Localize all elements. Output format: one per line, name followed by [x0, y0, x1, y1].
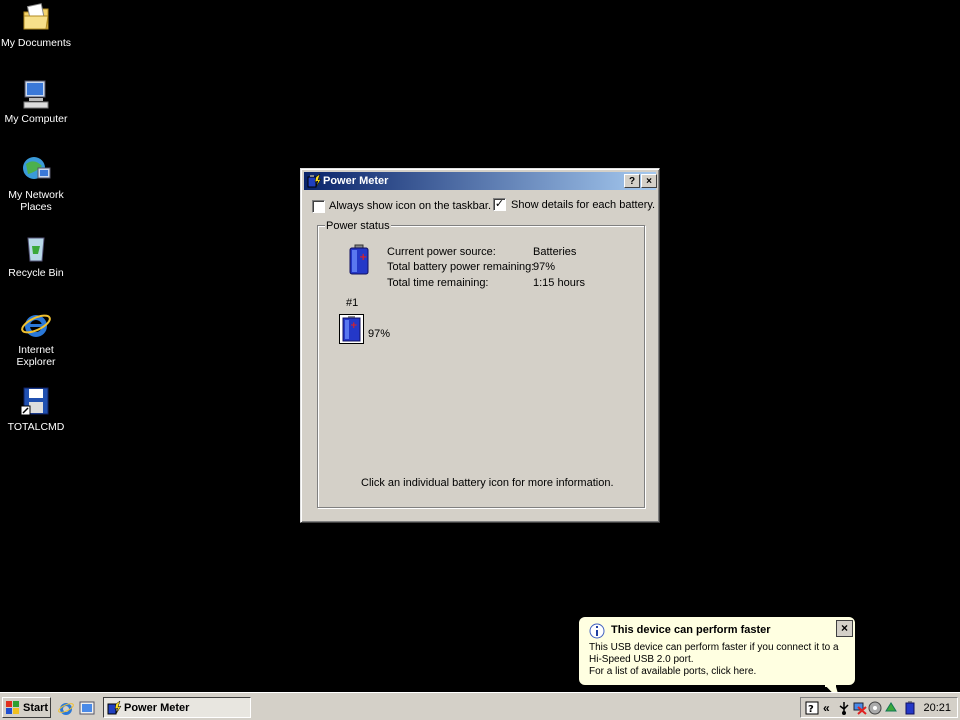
svg-text:+: + [350, 321, 358, 331]
recycle-bin-icon [20, 232, 52, 264]
show-hidden-icons-chevron[interactable]: « [823, 701, 830, 715]
remaining-label: Total battery power remaining: [387, 261, 535, 273]
desktop-icon-label: My Documents [0, 37, 72, 49]
desktop-icon-my-computer[interactable]: My Computer [0, 78, 72, 125]
show-desktop-quicklaunch-icon[interactable] [79, 700, 95, 716]
always-show-label: Always show icon on the taskbar. [329, 200, 492, 212]
always-show-checkbox[interactable] [312, 200, 325, 213]
svg-text:+: + [359, 252, 367, 263]
recycle-tray-icon[interactable] [884, 701, 898, 715]
computer-icon [20, 78, 52, 110]
balloon-line: Hi-Speed USB 2.0 port. [589, 654, 694, 665]
balloon-link[interactable]: For a list of available ports, click her… [589, 666, 851, 678]
current-source-label: Current power source: [387, 246, 496, 258]
taskbar-button-label: Power Meter [124, 702, 190, 714]
start-button[interactable]: Start [2, 697, 51, 718]
start-label: Start [23, 702, 49, 714]
balloon-body: This USB device can perform faster if yo… [589, 642, 851, 678]
folder-documents-icon [20, 2, 52, 34]
desktop-icon-internet-explorer[interactable]: Internet Explorer [0, 309, 72, 368]
desktop-icon-my-network-places[interactable]: My Network Places [0, 154, 72, 213]
network-error-tray-icon[interactable] [853, 701, 867, 715]
window-titlebar[interactable]: Power Meter ? × [304, 172, 657, 190]
battery-small-icon: + [342, 316, 361, 342]
current-source-value: Batteries [533, 246, 577, 258]
time-remaining-value: 1:15 hours [533, 277, 585, 289]
disk-tray-icon[interactable] [868, 701, 882, 715]
balloon-close-button[interactable]: × [836, 620, 853, 637]
window-title: Power Meter [323, 175, 389, 187]
footer-hint: Click an individual battery icon for mor… [361, 477, 614, 489]
desktop-icon-totalcmd[interactable]: TOTALCMD [0, 386, 72, 433]
show-details-checkbox[interactable]: ✓ [493, 198, 506, 211]
usb-balloon-notification[interactable]: This device can perform faster × This US… [578, 616, 856, 703]
info-icon [589, 623, 605, 639]
power-meter-window: Power Meter ? × Always show icon on the … [300, 168, 660, 523]
desktop-icon-label: My Network Places [8, 189, 64, 213]
usb-tray-icon[interactable] [837, 701, 851, 715]
network-icon [20, 154, 52, 186]
group-title: Power status [325, 220, 391, 232]
remaining-value: 97% [533, 261, 556, 273]
power-meter-icon [306, 173, 322, 189]
desktop-icon-label: Internet Explorer [16, 344, 56, 368]
taskbar-power-meter-button[interactable]: Power Meter [103, 697, 251, 718]
desktop-icon-recycle-bin[interactable]: Recycle Bin [0, 232, 72, 279]
svg-text:?: ? [808, 704, 814, 715]
help-button[interactable]: ? [624, 174, 640, 188]
help-tray-icon[interactable]: ? [805, 701, 819, 715]
internet-explorer-icon [20, 309, 52, 341]
battery-large-icon: + [348, 244, 370, 276]
clock[interactable]: 20:21 [923, 702, 951, 714]
time-remaining-label: Total time remaining: [387, 277, 489, 289]
floppy-disk-icon [20, 386, 52, 418]
internet-explorer-quicklaunch-icon[interactable] [58, 700, 74, 716]
desktop-icon-my-documents[interactable]: My Documents [0, 2, 72, 49]
power-meter-icon [107, 700, 122, 715]
balloon-title: This device can perform faster [611, 624, 771, 636]
check-mark-icon: ✓ [494, 198, 505, 210]
balloon-line: This USB device can perform faster if yo… [589, 642, 839, 653]
show-details-label: Show details for each battery. [511, 199, 656, 211]
battery-1-button[interactable]: + [339, 314, 364, 344]
taskbar: Start Power Meter ? « 20:21 [0, 692, 960, 720]
desktop-icon-label: Recycle Bin [8, 267, 64, 279]
battery-tray-icon[interactable] [903, 701, 917, 715]
windows-logo-icon [6, 701, 19, 714]
battery-number: #1 [346, 297, 359, 309]
system-tray: ? « 20:21 [800, 697, 958, 718]
desktop-icon-label: My Computer [4, 113, 68, 125]
close-button[interactable]: × [641, 174, 657, 188]
desktop-icon-label: TOTALCMD [7, 421, 65, 433]
battery-1-percent: 97% [368, 328, 391, 340]
